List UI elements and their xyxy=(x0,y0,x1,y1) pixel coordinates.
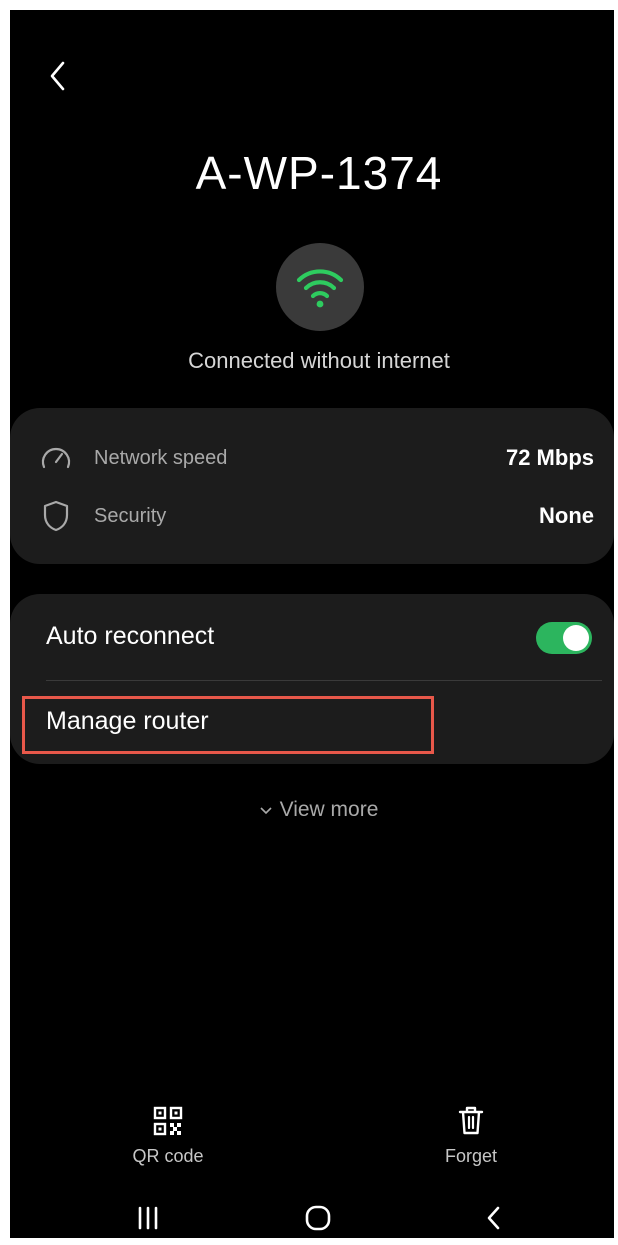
back-icon xyxy=(487,1206,500,1230)
home-button[interactable] xyxy=(296,1200,340,1236)
view-more-button[interactable]: View more xyxy=(10,798,614,822)
qr-code-label: QR code xyxy=(132,1146,204,1166)
speedometer-icon xyxy=(38,440,74,476)
auto-reconnect-label: Auto reconnect xyxy=(46,622,215,650)
security-value: None xyxy=(539,503,594,528)
security-row: Security None xyxy=(10,496,614,536)
security-label: Security xyxy=(94,504,167,527)
home-icon xyxy=(305,1205,331,1231)
wifi-icon xyxy=(296,269,344,308)
chevron-down-icon xyxy=(260,802,272,818)
network-speed-row: Network speed 72 Mbps xyxy=(10,438,614,478)
network-name-title: A-WP-1374 xyxy=(195,147,443,199)
network-speed-value: 72 Mbps xyxy=(505,445,594,470)
network-speed-label: Network speed xyxy=(94,446,228,469)
recents-icon xyxy=(138,1206,158,1230)
network-settings-card: Auto reconnect Manage router xyxy=(10,594,614,764)
connection-status-text: Connected without internet xyxy=(188,348,450,373)
toggle-knob xyxy=(563,625,589,651)
manage-router-label: Manage router xyxy=(46,707,209,735)
forget-button[interactable]: Forget xyxy=(411,1104,531,1167)
back-button[interactable] xyxy=(40,58,76,94)
shield-icon xyxy=(38,498,74,534)
qr-code-icon xyxy=(108,1104,228,1138)
view-more-label: View more xyxy=(279,798,379,821)
network-info-card: Network speed 72 Mbps Security None xyxy=(10,408,614,564)
wifi-network-details-screen: A-WP-1374 Connected without internet Net… xyxy=(10,10,614,1238)
auto-reconnect-toggle[interactable] xyxy=(536,622,592,654)
chevron-left-icon xyxy=(50,61,65,91)
recents-button[interactable] xyxy=(126,1200,170,1236)
forget-label: Forget xyxy=(444,1146,498,1166)
trash-icon xyxy=(411,1104,531,1138)
nav-back-button[interactable] xyxy=(472,1200,516,1236)
wifi-status-badge xyxy=(276,243,364,331)
qr-code-button[interactable]: QR code xyxy=(108,1104,228,1167)
manage-router-row[interactable]: Manage router xyxy=(10,681,614,764)
auto-reconnect-row[interactable]: Auto reconnect xyxy=(10,594,614,680)
